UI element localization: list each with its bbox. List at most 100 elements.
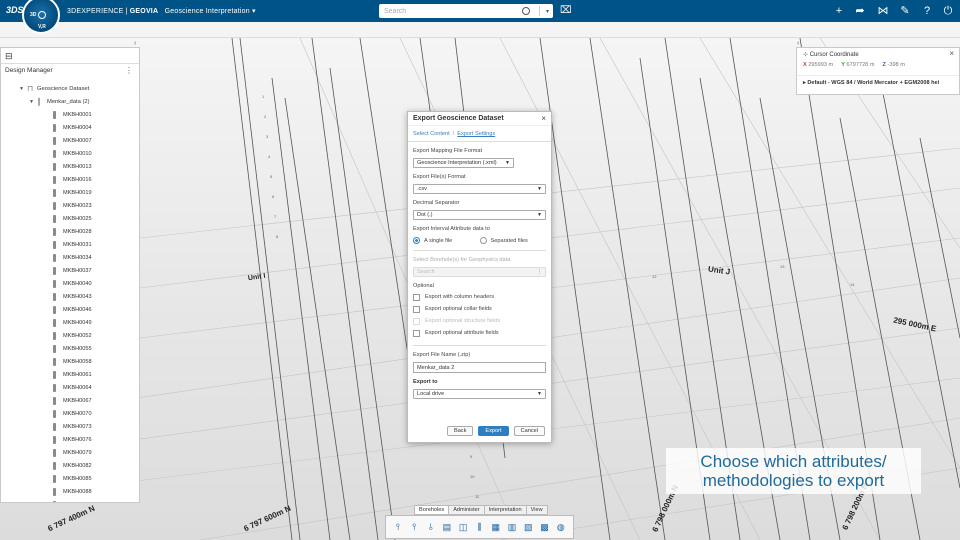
borehole-item[interactable]: MKBH0064	[1, 381, 139, 394]
close-icon[interactable]: ×	[541, 114, 546, 123]
table-icon[interactable]: ▩	[538, 520, 552, 534]
borehole-item[interactable]: MKBH0076	[1, 433, 139, 446]
borehole-item[interactable]: MKBH0061	[1, 368, 139, 381]
borehole-item[interactable]: MKBH0043	[1, 290, 139, 303]
search-scope-chevron-icon[interactable]: ▾	[546, 8, 549, 15]
tree-root[interactable]: ▼ ⊓ Geoscience Dataset	[1, 82, 139, 95]
borehole-item[interactable]: MKBH0085	[1, 472, 139, 485]
borehole-item[interactable]: MKBH0037	[1, 264, 139, 277]
borehole-add-icon[interactable]: ⫯	[391, 520, 405, 534]
borehole-item[interactable]: MKBH0010	[1, 147, 139, 160]
borehole-item[interactable]: MKBH0031	[1, 238, 139, 251]
panel-menu-icon[interactable]: ⋮	[125, 66, 133, 75]
chart-icon[interactable]: ◫	[456, 520, 470, 534]
borehole-item[interactable]: MKBH0070	[1, 407, 139, 420]
close-icon[interactable]: ×	[949, 49, 954, 58]
tag-icon[interactable]: ⌧	[560, 5, 572, 16]
borehole-item[interactable]: MKBH0046	[1, 303, 139, 316]
borehole-edit-icon[interactable]: ⫯	[407, 520, 421, 534]
tree-dataset[interactable]: ▼ ∥ Menkar_data (2)	[1, 95, 139, 108]
checkbox-box[interactable]	[413, 293, 420, 301]
power-icon[interactable]: ⏻	[941, 4, 955, 18]
crumb-select-content[interactable]: Select Content	[413, 131, 450, 137]
borehole-item[interactable]: MKBH0028	[1, 225, 139, 238]
borehole-item[interactable]: MKBH0091	[1, 498, 139, 502]
chevron-down-icon: ▼	[537, 186, 542, 192]
search-icon[interactable]	[521, 7, 530, 15]
collapse-right-icon[interactable]: ‹	[797, 40, 799, 47]
help-icon[interactable]: ?	[920, 4, 934, 18]
section-icon[interactable]: ⫼	[472, 520, 486, 534]
checkbox-box[interactable]	[413, 305, 420, 313]
checkbox-collar-fields[interactable]: Export optional collar fields	[413, 303, 546, 315]
checkbox-box[interactable]	[413, 329, 420, 337]
tree-view-icon[interactable]: ⊟	[5, 51, 13, 62]
borehole-icon	[53, 188, 56, 197]
borehole-item[interactable]: MKBH0040	[1, 277, 139, 290]
file-format-select[interactable]: .csv ▼	[413, 184, 546, 194]
borehole-item[interactable]: MKBH0073	[1, 420, 139, 433]
borehole-item[interactable]: MKBH0067	[1, 394, 139, 407]
expand-icon[interactable]: ▼	[29, 99, 37, 105]
borehole-item[interactable]: MKBH0001	[1, 108, 139, 121]
tab-administer[interactable]: Administer	[448, 505, 485, 515]
dialog-title-bar[interactable]: Export Geoscience Dataset ×	[408, 112, 551, 126]
share-icon[interactable]: ➦	[853, 4, 867, 18]
radio-separated-files[interactable]: Separated files	[479, 237, 547, 244]
borehole-item[interactable]: MKBH0079	[1, 446, 139, 459]
search-divider	[538, 6, 540, 16]
collapse-left-icon[interactable]: ‹	[134, 40, 136, 47]
network-icon[interactable]: ⋈	[876, 4, 890, 18]
mapping-format-select[interactable]: Geoscience Interpretation (.xml) ▼	[413, 158, 514, 168]
checkbox-column-headers[interactable]: Export with column headers	[413, 291, 546, 303]
borehole-item[interactable]: MKBH0023	[1, 199, 139, 212]
tools-icon[interactable]: ✎	[898, 4, 912, 18]
crumb-export-settings[interactable]: Export Settings	[457, 131, 495, 137]
dassault-logo-icon[interactable]: 3DS	[6, 5, 24, 15]
app-menu-caret-icon[interactable]: ▾	[252, 8, 256, 15]
radio-on-icon[interactable]	[413, 237, 420, 244]
crs-row[interactable]: ▸ Default - WGS 84 / World Mercator + EG…	[797, 75, 959, 90]
borehole-item[interactable]: MKBH0007	[1, 134, 139, 147]
tab-view[interactable]: View	[525, 505, 548, 515]
cancel-button[interactable]: Cancel	[513, 426, 545, 436]
log-icon[interactable]: ▤	[440, 520, 454, 534]
plus-icon[interactable]: +	[832, 4, 846, 18]
strip-icon[interactable]: ▥	[505, 520, 519, 534]
search-input[interactable]: Search	[384, 8, 522, 15]
export-to-select[interactable]: Local drive ▼	[413, 389, 546, 399]
layers-icon[interactable]: ▧	[521, 520, 535, 534]
borehole-item[interactable]: MKBH0016	[1, 173, 139, 186]
app-name[interactable]: Geoscience Interpretation	[165, 8, 250, 15]
radio-single-file[interactable]: A single file	[413, 237, 480, 244]
radio-off-icon[interactable]	[479, 237, 487, 244]
borehole-item[interactable]: MKBH0025	[1, 212, 139, 225]
compass-play-icon[interactable]	[38, 11, 46, 19]
expand-crs-icon[interactable]: ▸	[803, 80, 806, 86]
search-box[interactable]: Search ▾	[379, 4, 553, 18]
back-button[interactable]: Back	[446, 426, 474, 436]
borehole-item[interactable]: MKBH0052	[1, 329, 139, 342]
borehole-label: MKBH0028	[63, 228, 92, 235]
borehole-import-icon[interactable]: ⫰	[424, 520, 438, 534]
globe-icon[interactable]: ◍	[554, 520, 568, 534]
borehole-label: MKBH0049	[63, 319, 92, 326]
borehole-item[interactable]: MKBH0019	[1, 186, 139, 199]
geophysics-search-input: Search ⋮	[413, 267, 546, 277]
borehole-item[interactable]: MKBH0013	[1, 160, 139, 173]
tab-interpretation[interactable]: Interpretation	[483, 505, 527, 515]
grid-icon[interactable]: ▦	[489, 520, 503, 534]
borehole-item[interactable]: MKBH0034	[1, 251, 139, 264]
filename-input[interactable]: Menkar_data 2	[413, 362, 546, 373]
borehole-item[interactable]: MKBH0082	[1, 459, 139, 472]
checkbox-attribute-fields[interactable]: Export optional attribute fields	[413, 327, 546, 339]
borehole-item[interactable]: MKBH0088	[1, 485, 139, 498]
borehole-item[interactable]: MKBH0058	[1, 355, 139, 368]
tab-boreholes[interactable]: Boreholes	[414, 505, 450, 515]
borehole-item[interactable]: MKBH0049	[1, 316, 139, 329]
expand-icon[interactable]: ▼	[19, 86, 27, 92]
borehole-item[interactable]: MKBH0055	[1, 342, 139, 355]
decimal-separator-select[interactable]: Dot (.) ▼	[413, 210, 546, 220]
export-button[interactable]: Export	[478, 426, 509, 436]
borehole-item[interactable]: MKBH0004	[1, 121, 139, 134]
